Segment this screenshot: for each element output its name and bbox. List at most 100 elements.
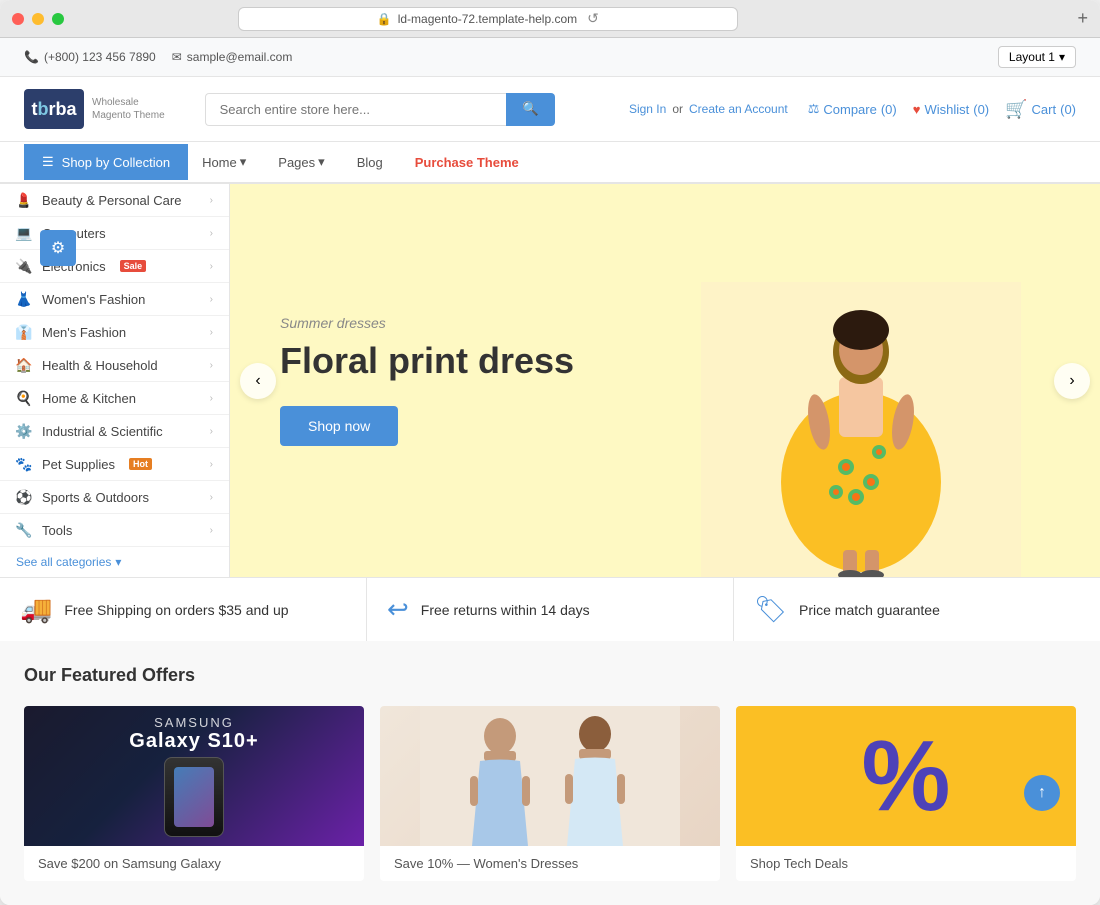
shop-collection-button[interactable]: ☰ Shop by Collection [24,144,188,180]
sidebar-item-health[interactable]: 🏠 Health & Household › [0,349,229,382]
close-dot[interactable] [12,13,24,25]
home-icon: 🍳 [16,390,32,406]
sidebar-item-mens[interactable]: 👔 Men's Fashion › [0,316,229,349]
arrow-icon: › [210,492,213,503]
hero-banner: ‹ Summer dresses Floral print dress Shop… [230,184,1100,577]
nav-purchase-theme[interactable]: Purchase Theme [401,143,533,182]
email-address: sample@email.com [187,50,293,64]
sports-icon: ⚽ [16,489,32,505]
layout-button[interactable]: Layout 1 ▾ [998,46,1076,68]
shipping-text: Free Shipping on orders $35 and up [64,602,288,618]
email-icon: ✉ [172,50,182,64]
minimize-dot[interactable] [32,13,44,25]
sidebar-item-sports[interactable]: ⚽ Sports & Outdoors › [0,481,229,514]
url-text: ld-magento-72.template-help.com [398,12,577,26]
featured-offers-section: Our Featured Offers SAMSUNG Galaxy S10+ [0,641,1100,905]
cart-label: Cart [1032,102,1057,117]
arrow-icon: › [210,459,213,470]
maximize-dot[interactable] [52,13,64,25]
galaxy-model: Galaxy S10+ [129,730,258,753]
compare-count: (0) [881,102,897,117]
health-icon: 🏠 [16,357,32,373]
arrow-icon: › [210,195,213,206]
nav-pages[interactable]: Pages ▾ [264,142,338,182]
offer-label-galaxy: Save $200 on Samsung Galaxy [24,846,364,881]
wishlist-button[interactable]: ♥ Wishlist (0) [913,102,989,117]
womens-icon: 👗 [16,291,32,307]
main-area: 💄 Beauty & Personal Care › 💻 Computers ›… [0,184,1100,905]
electronics-icon: 🔌 [16,258,32,274]
cart-count: (0) [1060,102,1076,117]
chevron-down-icon: ▾ [240,154,247,170]
create-account-link[interactable]: Create an Account [689,102,788,116]
shop-now-button[interactable]: Shop now [280,406,398,446]
nav-home[interactable]: Home ▾ [188,142,260,182]
nav-links: Home ▾ Pages ▾ Blog Purchase Theme [188,142,533,182]
navigation: ☰ Shop by Collection Home ▾ Pages ▾ Blog… [0,142,1100,184]
up-arrow-icon: ↑ [1038,784,1046,802]
returns-text: Free returns within 14 days [421,602,590,618]
sidebar-item-beauty[interactable]: 💄 Beauty & Personal Care › [0,184,229,217]
woman-figure-svg [701,282,1021,577]
sidebar-item-tools[interactable]: 🔧 Tools › [0,514,229,547]
featured-title: Our Featured Offers [24,665,1076,686]
pet-icon: 🐾 [16,456,32,472]
compare-label: Compare [823,102,876,117]
email-info: ✉ sample@email.com [172,50,293,64]
sidebar-label-industrial: Industrial & Scientific [42,424,163,439]
price-match-icon: 🏷 [754,594,787,625]
lock-icon: 🔒 [377,12,392,26]
sidebar-item-computers[interactable]: 💻 Computers › [0,217,229,250]
returns-icon: ↩ [387,594,409,625]
search-button[interactable]: 🔍 [506,93,555,126]
sidebar-item-electronics[interactable]: 🔌 Electronics Sale › [0,250,229,283]
new-tab-button[interactable]: + [1077,8,1088,29]
sign-in-link[interactable]: Sign In [629,102,666,116]
compare-button[interactable]: ⚖ Compare (0) [808,101,897,117]
pages-label: Pages [278,155,315,170]
sidebar-item-industrial[interactable]: ⚙️ Industrial & Scientific › [0,415,229,448]
blog-label: Blog [357,155,383,170]
hero-subtitle: Summer dresses [280,315,574,331]
phone-graphic [164,757,224,837]
search-icon: 🔍 [522,101,539,116]
settings-gear-button[interactable]: ⚙ [40,230,76,266]
next-slide-button[interactable]: › [1054,363,1090,399]
hero-row: 💄 Beauty & Personal Care › 💻 Computers ›… [0,184,1100,577]
topbar-right: Layout 1 ▾ [998,46,1076,68]
sidebar-label-mens: Men's Fashion [42,325,126,340]
shop-collection-label: Shop by Collection [62,155,170,170]
see-all-categories[interactable]: See all categories ▾ [0,547,229,577]
url-bar[interactable]: 🔒 ld-magento-72.template-help.com ↺ [238,7,738,31]
sidebar-item-home[interactable]: 🍳 Home & Kitchen › [0,382,229,415]
sidebar: 💄 Beauty & Personal Care › 💻 Computers ›… [0,184,230,577]
compare-icon: ⚖ [808,101,820,117]
cart-icon: 🛒 [1005,99,1027,120]
arrow-icon: › [210,327,213,338]
refresh-icon[interactable]: ↺ [587,10,599,27]
benefit-price-match: 🏷 Price match guarantee [734,578,1100,641]
scroll-top-button[interactable]: ↑ [1024,775,1060,811]
arrow-icon: › [210,261,213,272]
phone-info: 📞 (+800) 123 456 7890 [24,50,156,64]
cart-button[interactable]: 🛒 Cart (0) [1005,99,1076,120]
sidebar-item-pet[interactable]: 🐾 Pet Supplies Hot › [0,448,229,481]
sidebar-label-tools: Tools [42,523,72,538]
nav-blog[interactable]: Blog [343,143,397,182]
sidebar-item-womens[interactable]: 👗 Women's Fashion › [0,283,229,316]
offer-card-women[interactable]: Save 10% — Women's Dresses [380,706,720,881]
beauty-icon: 💄 [16,192,32,208]
benefit-shipping: 🚚 Free Shipping on orders $35 and up [0,578,367,641]
phone-icon: 📞 [24,50,39,64]
topbar: 📞 (+800) 123 456 7890 ✉ sample@email.com… [0,38,1100,77]
price-match-text: Price match guarantee [799,602,940,618]
prev-icon: ‹ [255,372,260,390]
arrow-icon: › [210,294,213,305]
offer-card-galaxy[interactable]: SAMSUNG Galaxy S10+ Save $200 on Samsung… [24,706,364,881]
logo[interactable]: tbrba Wholesale Magento Theme [24,89,165,129]
shipping-icon: 🚚 [20,594,52,625]
prev-slide-button[interactable]: ‹ [240,363,276,399]
computers-icon: 💻 [16,225,32,241]
search-input[interactable] [205,93,506,126]
search-bar: 🔍 [205,93,555,126]
